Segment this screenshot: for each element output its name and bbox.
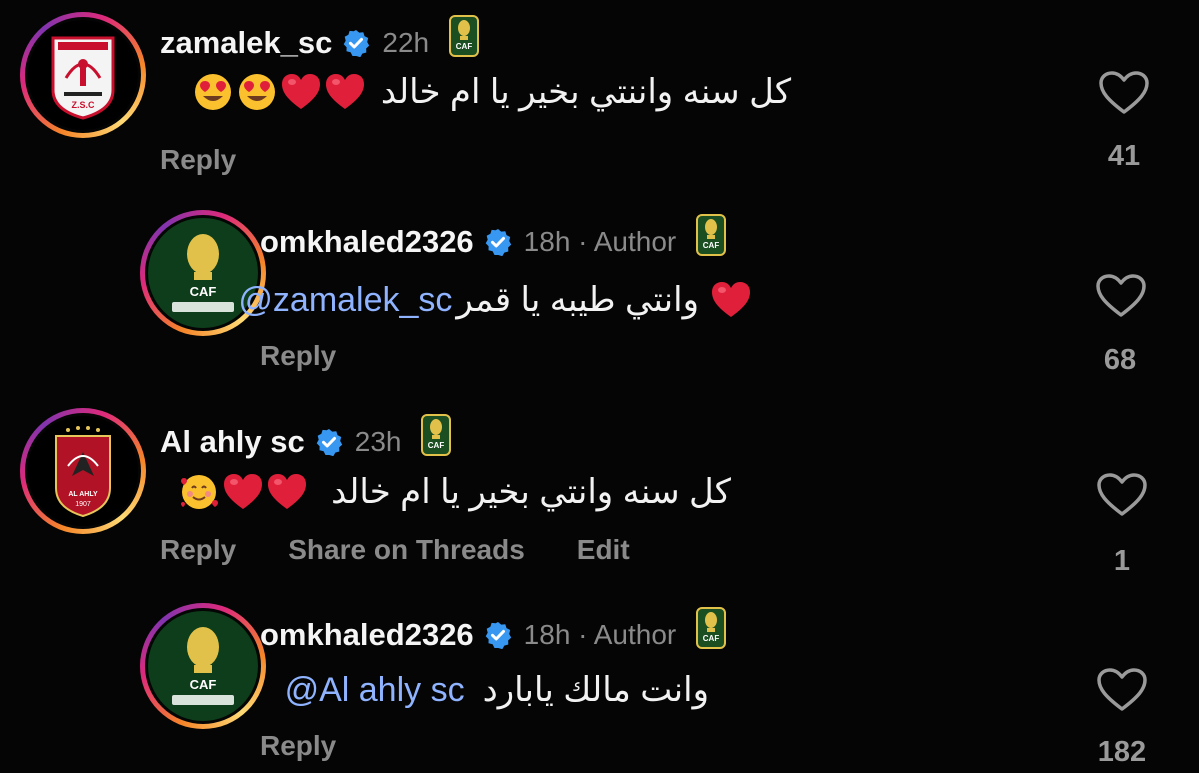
username[interactable]: omkhaled2326 [260,224,474,260]
comment-text-line: كل سنه وانتي بخير يا ام خالد [177,472,731,512]
comment-header: omkhaled2326 18h · Author [260,607,728,653]
verified-badge-icon [483,228,512,256]
heart-outline-icon[interactable] [1096,472,1148,518]
reply-button[interactable]: Reply [160,534,236,566]
reply-button[interactable]: Reply [260,340,336,372]
heart-outline-icon[interactable] [1095,273,1147,319]
caf-avatar[interactable]: CAF [145,608,261,724]
edit-button[interactable]: Edit [577,534,630,566]
red-heart-icon [223,473,263,511]
share-on-threads-button[interactable]: Share on Threads [288,534,525,566]
comment-actions: Reply [260,730,388,762]
svg-text:CAF: CAF [190,284,217,299]
comment-text: كل سنه وانتي بخير يا ام خالد [331,473,731,511]
timestamp: 18h · Author [523,226,677,257]
caf-badge-icon [696,214,727,256]
reply-omkhaled-2: CAF omkhaled2326 18h · Author وانت مالك … [0,0,1199,768]
mention-link[interactable]: @zamalek_sc [238,281,452,320]
caf-badge-icon [696,607,727,649]
comment-header: Al ahly sc 23h [160,414,453,460]
verified-badge-icon [314,428,343,456]
red-heart-icon [711,281,751,319]
timestamp: 23h [354,426,402,457]
comment-text-line: وانت مالك يابارد @Al ahly sc [285,670,709,710]
svg-text:CAF: CAF [190,677,217,692]
caf-logo-icon: CAF [148,611,258,721]
username[interactable]: omkhaled2326 [260,617,474,653]
red-heart-icon [267,473,307,511]
verified-badge-icon [483,621,512,649]
comment-text: وانتي طيبه يا قمر [456,281,699,319]
timestamp: 18h · Author [523,619,677,650]
mention-link[interactable]: @Al ahly sc [285,671,465,710]
svg-text:AL AHLY: AL AHLY [68,491,98,498]
al-ahly-avatar[interactable]: AL AHLY 1907 [25,413,141,529]
like-count: 182 [1097,736,1147,768]
svg-text:1907: 1907 [75,501,91,508]
reply-button[interactable]: Reply [260,730,336,762]
like-count: 68 [1103,344,1137,376]
comment-actions: Reply [260,340,388,372]
avatar-story-ring[interactable]: CAF [140,603,266,729]
comment-text: وانت مالك يابارد [482,671,709,709]
avatar-story-ring[interactable]: AL AHLY 1907 [20,408,146,534]
al-ahly-logo-icon: AL AHLY 1907 [28,416,138,526]
like-count: 1 [1113,545,1131,577]
caf-badge-icon [421,414,452,456]
comment-header: omkhaled2326 18h · Author [260,214,728,260]
comment-actions: Reply Share on Threads Edit [160,534,682,566]
heart-outline-icon[interactable] [1096,667,1148,713]
comment-text-line: وانتي طيبه يا قمر @zamalek_sc [238,280,753,320]
username[interactable]: Al ahly sc [160,424,305,460]
smiling-face-with-hearts-icon [179,472,220,512]
